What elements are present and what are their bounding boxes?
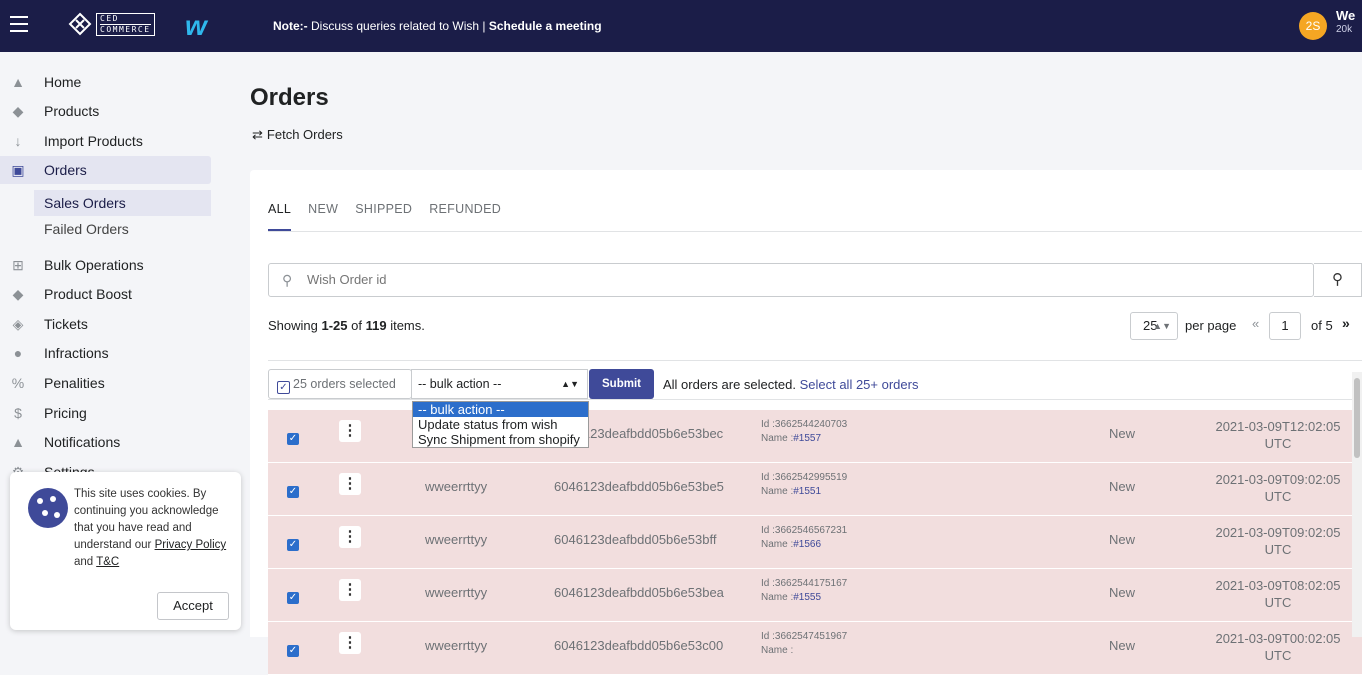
tab-new[interactable]: NEW — [308, 202, 338, 231]
page-input[interactable]: 1 — [1269, 312, 1301, 340]
avatar[interactable]: 2S — [1299, 12, 1327, 40]
sidebar-item-import-products[interactable]: ↓ Import Products — [0, 127, 211, 155]
search-icon: ⚲ — [1332, 271, 1343, 288]
orders-icon: ▣ — [11, 162, 25, 178]
user-name: We — [1336, 8, 1356, 23]
table-row[interactable]: ✓ ⋮ wweerrttyy 6046123deafbdd05b6e53bea … — [268, 569, 1362, 622]
order-tabs: ALL NEW SHIPPED REFUNDED — [268, 202, 518, 231]
submit-button[interactable]: Submit — [589, 369, 654, 399]
grid-plus-icon: ⊞ — [12, 257, 24, 273]
select-arrow-icon: ▲▼ — [1153, 321, 1171, 331]
more-options-icon[interactable]: ⋮ — [339, 632, 361, 654]
privacy-policy-link[interactable]: Privacy Policy — [155, 539, 227, 551]
search-input[interactable] — [307, 272, 907, 287]
bulk-action-select[interactable]: -- bulk action -- ▲▼ — [411, 369, 588, 399]
row-checkbox[interactable]: ✓ — [287, 433, 299, 445]
tc-link[interactable]: T&C — [96, 556, 119, 568]
selected-count-checkbox[interactable]: ✓ 25 orders selected — [268, 369, 412, 399]
dropdown-option[interactable]: Sync Shipment from shopify — [413, 432, 588, 447]
refresh-icon: ⇄ — [252, 127, 263, 142]
bell-icon: ▲ — [11, 434, 25, 450]
tag-icon: ◆ — [12, 286, 24, 302]
sidebar-item-notifications[interactable]: ▲ Notifications — [0, 428, 211, 456]
sidebar-item-penalities[interactable]: % Penalities — [0, 369, 211, 397]
dropdown-option[interactable]: Update status from wish — [413, 417, 588, 432]
tab-shipped[interactable]: SHIPPED — [355, 202, 412, 231]
next-page-button[interactable]: » — [1342, 315, 1350, 331]
table-row[interactable]: ✓ ⋮ wweerrttyy 6046123deafbdd05b6e53be5 … — [268, 463, 1362, 516]
tab-all[interactable]: ALL — [268, 202, 292, 231]
tabs-divider — [268, 231, 1362, 232]
scrollbar[interactable] — [1352, 372, 1362, 637]
search-icon: ⚲ — [282, 272, 293, 288]
cookie-text: This site uses cookies. By continuing yo… — [74, 488, 227, 568]
sidebar-item-orders[interactable]: ▣ Orders — [0, 156, 211, 184]
sidebar-item-sales-orders[interactable]: Sales Orders — [34, 190, 211, 216]
search-button[interactable]: ⚲ — [1314, 263, 1362, 297]
fetch-orders-button[interactable]: ⇄ Fetch Orders — [252, 127, 343, 143]
wish-logo: w — [185, 10, 207, 41]
more-options-icon[interactable]: ⋮ — [339, 579, 361, 601]
select-all-link[interactable]: Select all 25+ orders — [800, 377, 919, 392]
all-selected-message: All orders are selected. Select all 25+ … — [663, 377, 919, 392]
dollar-icon: $ — [14, 405, 22, 421]
checkbox-icon: ✓ — [277, 381, 290, 394]
row-checkbox[interactable]: ✓ — [287, 592, 299, 604]
cedcommerce-logo-icon — [68, 12, 92, 36]
cedcommerce-logo: CED COMMERCE — [96, 13, 155, 36]
alert-icon: ● — [13, 345, 23, 361]
ticket-icon: ◈ — [12, 316, 24, 332]
top-bar: CED COMMERCE w Note:- Discuss queries re… — [0, 0, 1362, 52]
dropdown-option[interactable]: -- bulk action -- — [413, 402, 588, 417]
tag-icon: ◆ — [12, 103, 24, 119]
more-options-icon[interactable]: ⋮ — [339, 526, 361, 548]
table-row[interactable]: ✓ ⋮ wweerrttyy 6046123deafbdd05b6e53c00 … — [268, 622, 1362, 675]
bulk-action-bar: ✓ 25 orders selected -- bulk action -- ▲▼ … — [268, 360, 1362, 400]
select-arrow-icon: ▲▼ — [561, 379, 579, 389]
per-page-label: per page — [1185, 318, 1237, 333]
bulk-action-dropdown: -- bulk action -- Update status from wis… — [412, 401, 589, 448]
scrollbar-thumb[interactable] — [1354, 378, 1360, 458]
sidebar-item-failed-orders[interactable]: Failed Orders — [34, 216, 211, 242]
schedule-meeting-link[interactable]: Schedule a meeting — [489, 19, 602, 33]
sidebar-item-product-boost[interactable]: ◆ Product Boost — [0, 280, 211, 308]
sidebar-item-products[interactable]: ◆ Products — [0, 97, 211, 125]
more-options-icon[interactable]: ⋮ — [339, 473, 361, 495]
sidebar-item-home[interactable]: ▲ Home — [0, 68, 211, 96]
hamburger-menu-icon[interactable] — [10, 16, 28, 32]
row-checkbox[interactable]: ✓ — [287, 539, 299, 551]
cookie-banner: This site uses cookies. By continuing yo… — [10, 472, 241, 630]
sidebar-item-pricing[interactable]: $ Pricing — [0, 399, 211, 427]
header-note: Note:- Discuss queries related to Wish |… — [273, 19, 602, 33]
accept-button[interactable]: Accept — [157, 592, 229, 620]
search-box: ⚲ — [268, 263, 1314, 297]
row-checkbox[interactable]: ✓ — [287, 645, 299, 657]
sidebar-item-infractions[interactable]: ● Infractions — [0, 339, 211, 367]
home-icon: ▲ — [11, 74, 25, 90]
row-checkbox[interactable]: ✓ — [287, 486, 299, 498]
prev-page-button[interactable]: « — [1252, 316, 1259, 331]
per-page-select[interactable]: 25 ▲▼ — [1130, 312, 1178, 340]
page-total: of 5 — [1311, 318, 1333, 333]
page-title: Orders — [250, 84, 329, 111]
user-subtitle: 20k — [1336, 24, 1353, 35]
arrow-down-icon: ↓ — [14, 133, 22, 149]
percent-icon: % — [11, 375, 25, 391]
showing-count: Showing 1-25 of 119 items. — [268, 318, 425, 333]
sidebar-item-tickets[interactable]: ◈ Tickets — [0, 310, 211, 338]
table-row[interactable]: ✓ ⋮ wweerrttyy 6046123deafbdd05b6e53bff … — [268, 516, 1362, 569]
sidebar-item-bulk-operations[interactable]: ⊞ Bulk Operations — [0, 251, 211, 279]
more-options-icon[interactable]: ⋮ — [339, 420, 361, 442]
cookie-icon — [28, 488, 68, 528]
tab-refunded[interactable]: REFUNDED — [429, 202, 501, 231]
